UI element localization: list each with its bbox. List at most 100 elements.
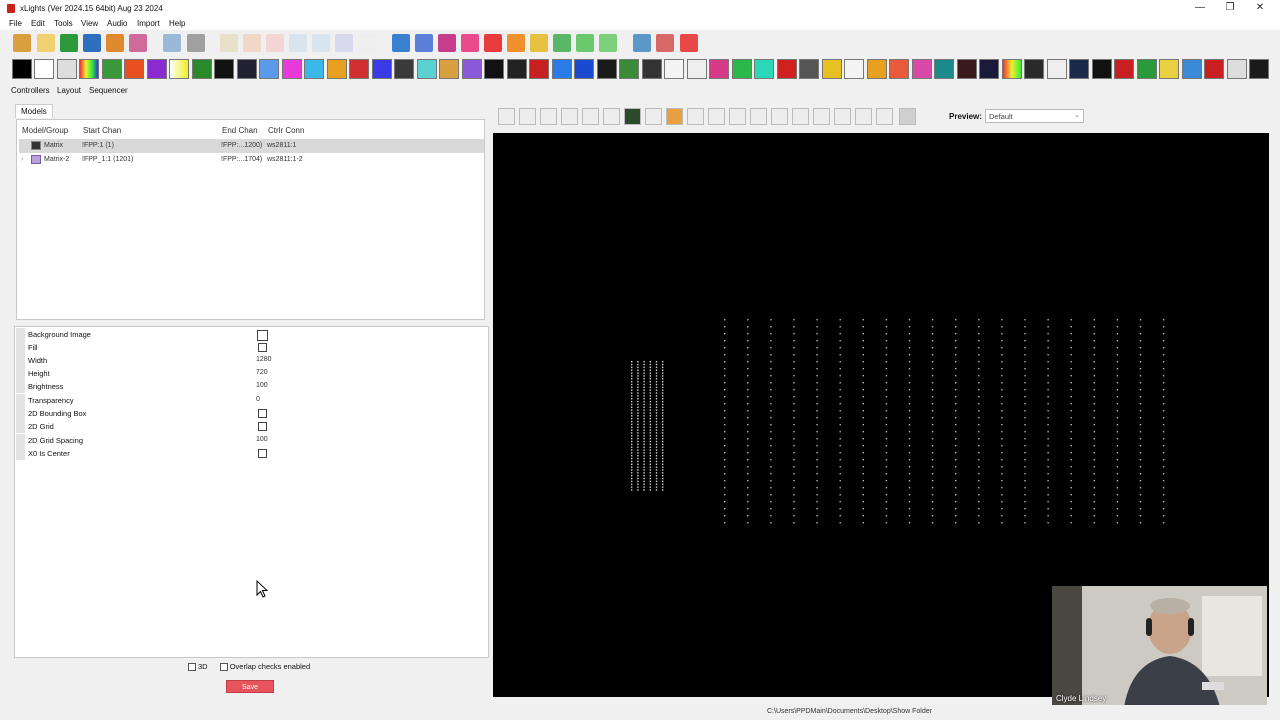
effect-duplicate-icon[interactable] xyxy=(237,59,257,79)
effect-fireworks-icon[interactable] xyxy=(349,59,369,79)
open-folder-icon[interactable] xyxy=(13,34,31,52)
settings-gear-icon[interactable] xyxy=(392,34,410,52)
effect-galaxy-icon[interactable] xyxy=(372,59,392,79)
grid-checkbox[interactable] xyxy=(258,422,267,431)
rewind-icon[interactable] xyxy=(289,34,307,52)
col-model-group[interactable]: Model/Group xyxy=(22,126,68,135)
zoom-out-icon[interactable] xyxy=(656,34,674,52)
stop-icon[interactable] xyxy=(266,34,284,52)
mouse-icon[interactable] xyxy=(163,34,181,52)
col-start-chan[interactable]: Start Chan xyxy=(83,126,121,135)
preview-select[interactable]: Default ⌄ xyxy=(985,109,1084,123)
effect-fill-icon[interactable] xyxy=(304,59,324,79)
effect-on-icon[interactable] xyxy=(34,59,54,79)
effect-servo-icon[interactable] xyxy=(799,59,819,79)
paint-icon[interactable] xyxy=(358,34,376,52)
effect-butterfly-icon[interactable] xyxy=(102,59,122,79)
menu-view[interactable]: View xyxy=(81,19,98,28)
window-frame-tool-icon[interactable] xyxy=(834,108,851,125)
model-row[interactable]: Matrix !FPP:1 (1) !FPP:...1200) ws2811:1 xyxy=(19,139,484,153)
effect-off-icon[interactable] xyxy=(12,59,32,79)
loop-icon[interactable] xyxy=(335,34,353,52)
effect-shockwave-icon[interactable] xyxy=(889,59,909,79)
x0-center-checkbox[interactable] xyxy=(258,449,267,458)
expand-chevron-icon[interactable]: › xyxy=(21,156,23,163)
grid-spacing-value[interactable]: 100 xyxy=(256,436,268,443)
wreath-tool-icon[interactable] xyxy=(876,108,893,125)
save-icon[interactable] xyxy=(83,34,101,52)
brightness-value[interactable]: 100 xyxy=(256,382,268,389)
effect-warp-icon[interactable] xyxy=(1227,59,1247,79)
circle-tool-icon[interactable] xyxy=(561,108,578,125)
effect-candle-icon[interactable] xyxy=(124,59,144,79)
col-end-chan[interactable]: End Chan xyxy=(222,126,258,135)
effect-video-icon[interactable] xyxy=(1182,59,1202,79)
zoom-in-icon[interactable] xyxy=(633,34,651,52)
tab-controllers[interactable]: Controllers xyxy=(11,86,50,95)
effect-fire-icon[interactable] xyxy=(327,59,347,79)
effect-shape-icon[interactable] xyxy=(844,59,864,79)
effect-marquee-icon[interactable] xyxy=(574,59,594,79)
close-button[interactable]: ✕ xyxy=(1252,2,1268,15)
effect-kaleidoscope-icon[interactable] xyxy=(462,59,482,79)
models-tab[interactable]: Models xyxy=(15,104,53,118)
effect-morph-icon[interactable] xyxy=(597,59,617,79)
overlap-option[interactable]: Overlap checks enabled xyxy=(219,662,310,672)
magic-icon[interactable] xyxy=(599,34,617,52)
effect-sketch-icon[interactable] xyxy=(934,59,954,79)
effect-snowstorm-icon[interactable] xyxy=(979,59,999,79)
matrix-model[interactable] xyxy=(724,319,1165,524)
width-value[interactable]: 1280 xyxy=(256,356,272,363)
3d-option[interactable]: 3D xyxy=(188,662,208,672)
menu-edit[interactable]: Edit xyxy=(31,19,45,28)
effect-music-icon[interactable] xyxy=(642,59,662,79)
image-tool-icon[interactable] xyxy=(666,108,683,125)
effect-vu-meter-icon[interactable] xyxy=(1204,59,1224,79)
effect-shimmer-icon[interactable] xyxy=(867,59,887,79)
forward-icon[interactable] xyxy=(312,34,330,52)
3d-checkbox[interactable] xyxy=(188,663,196,672)
zoom-reset-icon[interactable] xyxy=(680,34,698,52)
effect-piano-icon[interactable] xyxy=(687,59,707,79)
poly-line-tool-icon[interactable] xyxy=(708,108,725,125)
effect-fan-icon[interactable] xyxy=(282,59,302,79)
restore-button[interactable]: ❐ xyxy=(1222,2,1238,15)
matrix-tool-icon[interactable] xyxy=(687,108,704,125)
matrix-2-model[interactable] xyxy=(631,361,664,491)
home-icon[interactable] xyxy=(507,34,525,52)
star-tool-icon[interactable] xyxy=(792,108,809,125)
effect-moving-head-icon[interactable] xyxy=(619,59,639,79)
effect-strobe-icon[interactable] xyxy=(1069,59,1089,79)
col-ctrlr-conn[interactable]: Ctrlr Conn xyxy=(268,126,304,135)
effect-pictures-icon[interactable] xyxy=(709,59,729,79)
effect-snowflakes-icon[interactable] xyxy=(957,59,977,79)
terrain-tool-icon[interactable] xyxy=(899,108,916,125)
hand-icon[interactable] xyxy=(530,34,548,52)
dmx-tool-icon[interactable] xyxy=(624,108,641,125)
effect-color-wash-icon[interactable] xyxy=(169,59,189,79)
new-file-icon[interactable] xyxy=(37,34,55,52)
fill-checkbox[interactable] xyxy=(258,343,267,352)
menu-tools[interactable]: Tools xyxy=(54,19,73,28)
effect-life-icon[interactable] xyxy=(484,59,504,79)
effect-note-icon[interactable] xyxy=(664,59,684,79)
effect-state-icon[interactable] xyxy=(1047,59,1067,79)
effect-dmx-icon[interactable] xyxy=(214,59,234,79)
sphere-tool-icon[interactable] xyxy=(750,108,767,125)
effect-text-icon[interactable] xyxy=(1114,59,1134,79)
text-icon[interactable] xyxy=(484,34,502,52)
height-value[interactable]: 720 xyxy=(256,369,268,376)
open-sequence-icon[interactable] xyxy=(60,34,78,52)
menu-import[interactable]: Import xyxy=(137,19,160,28)
menu-file[interactable]: File xyxy=(9,19,22,28)
effect-adjust-icon[interactable] xyxy=(57,59,77,79)
effect-twinkle-icon[interactable] xyxy=(1159,59,1179,79)
effect-singing-face-icon[interactable] xyxy=(912,59,932,79)
effect-lines-icon[interactable] xyxy=(529,59,549,79)
icicles-tool-icon[interactable] xyxy=(645,108,662,125)
arch-tool-icon[interactable] xyxy=(498,108,515,125)
effect-pinwheel-icon[interactable] xyxy=(732,59,752,79)
menu-help[interactable]: Help xyxy=(169,19,185,28)
effect-spirograph-icon[interactable] xyxy=(1024,59,1044,79)
wand-icon[interactable] xyxy=(576,34,594,52)
